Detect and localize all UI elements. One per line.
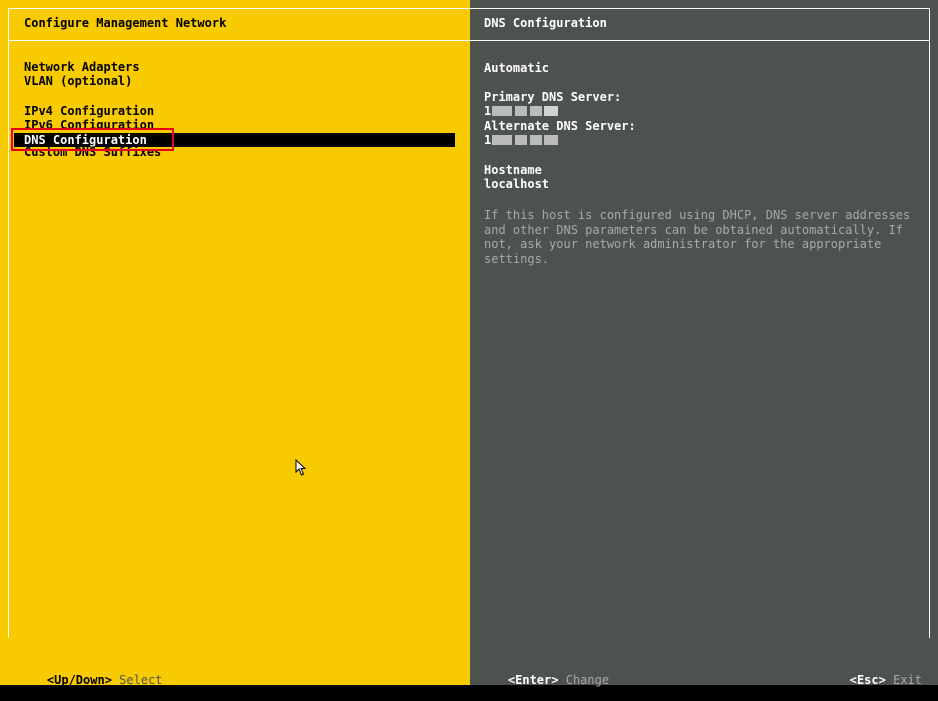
header-separator (8, 40, 470, 41)
redaction-block (492, 135, 512, 145)
mouse-pointer-icon (295, 459, 307, 476)
redaction-block (544, 135, 558, 145)
frame-line (929, 8, 930, 638)
redaction-block (492, 106, 512, 116)
menu-item-ipv4-configuration[interactable]: IPv4 Configuration (24, 104, 154, 118)
alternate-dns-value: 1 (484, 133, 492, 147)
redaction-block (530, 135, 542, 145)
hostname-value: localhost (484, 177, 550, 191)
primary-dns-label: Primary DNS Server: (484, 90, 622, 104)
help-text: If this host is configured using DHCP, D… (484, 208, 911, 266)
frame-line (8, 8, 470, 9)
panel-title: DNS Configuration (484, 16, 607, 30)
redaction-block (515, 135, 527, 145)
footer-exit-hint: <Esc> Exit (821, 659, 922, 701)
frame-line (8, 8, 9, 638)
panel-title: Configure Management Network (24, 16, 227, 30)
menu-item-ipv6-configuration[interactable]: IPv6 Configuration (24, 118, 154, 129)
footer-change-hint: <Enter> Change (479, 659, 609, 701)
dns-mode-value: Automatic (484, 61, 550, 75)
header-separator (470, 40, 930, 41)
right-panel: DNS Configuration Automatic Primary DNS … (470, 0, 938, 687)
redaction-block (544, 106, 558, 116)
menu-item-vlan[interactable]: VLAN (optional) (24, 74, 132, 88)
menu-item-network-adapters[interactable]: Network Adapters (24, 60, 140, 74)
frame-line (470, 8, 930, 9)
menu-item-dns-configuration[interactable]: DNS Configuration (14, 133, 455, 147)
hostname-label: Hostname (484, 163, 542, 177)
footer-navigation-hint: <Up/Down> Select (18, 659, 163, 701)
primary-dns-value: 1 (484, 104, 492, 118)
redaction-block (530, 106, 542, 116)
left-panel: Configure Management Network Network Ada… (0, 0, 470, 687)
redaction-block (515, 106, 527, 116)
alternate-dns-label: Alternate DNS Server: (484, 119, 636, 133)
menu-item-custom-dns-suffixes[interactable]: Custom DNS Suffixes (24, 147, 161, 159)
